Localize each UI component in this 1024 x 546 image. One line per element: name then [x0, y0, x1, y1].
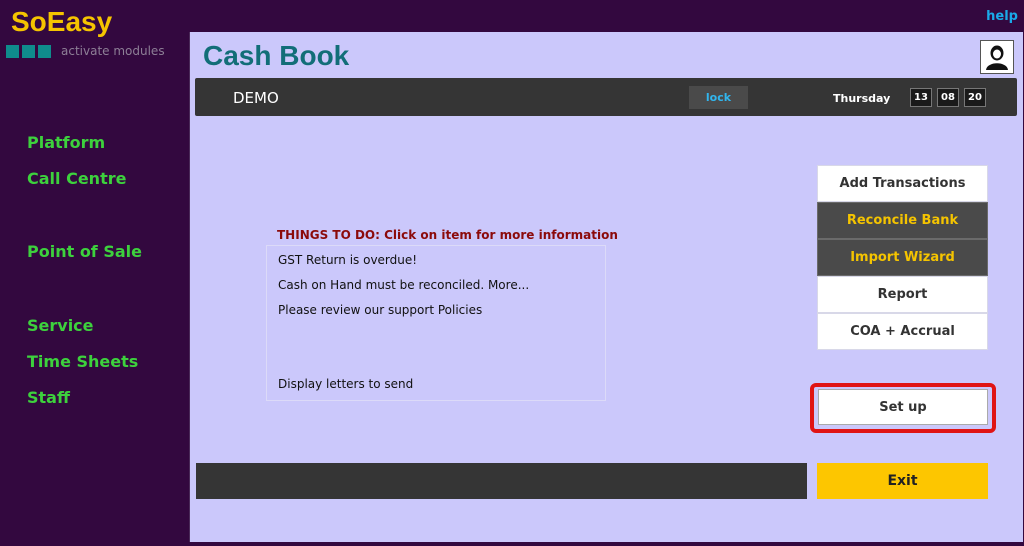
user-avatar-button[interactable]	[980, 40, 1014, 74]
import-wizard-button[interactable]: Import Wizard	[817, 239, 988, 276]
todo-item[interactable]: Display letters to send	[278, 377, 413, 391]
date-day: 13	[910, 88, 932, 107]
day-label: Thursday	[833, 92, 891, 105]
todo-item[interactable]: Cash on Hand must be reconciled. More...	[278, 278, 529, 292]
add-transactions-button[interactable]: Add Transactions	[817, 165, 988, 202]
user-avatar-icon	[984, 44, 1010, 70]
module-square-icon	[6, 44, 19, 58]
help-link[interactable]: help	[986, 9, 1018, 24]
todo-item[interactable]: GST Return is overdue!	[278, 253, 417, 267]
nav-service[interactable]: Service	[27, 316, 94, 335]
exit-button[interactable]: Exit	[817, 463, 988, 499]
nav-staff[interactable]: Staff	[27, 388, 70, 407]
nav-point-of-sale[interactable]: Point of Sale	[27, 242, 142, 261]
date-year: 20	[964, 88, 986, 107]
company-name: DEMO	[233, 89, 279, 107]
coa-accrual-button[interactable]: COA + Accrual	[817, 313, 988, 350]
report-button[interactable]: Report	[817, 276, 988, 313]
nav-platform[interactable]: Platform	[27, 133, 105, 152]
message-bar	[196, 463, 807, 499]
nav-call-centre[interactable]: Call Centre	[27, 169, 126, 188]
app-logo: SoEasy	[11, 6, 113, 37]
module-square-icon	[22, 44, 35, 58]
lock-button[interactable]: lock	[689, 86, 748, 109]
activate-modules-link[interactable]: activate modules	[6, 44, 165, 58]
page-title: Cash Book	[203, 40, 350, 71]
nav-time-sheets[interactable]: Time Sheets	[27, 352, 138, 371]
activate-modules-label: activate modules	[61, 44, 165, 58]
todo-item[interactable]: Please review our support Policies	[278, 303, 482, 317]
module-square-icon	[38, 44, 51, 58]
todo-title: THINGS TO DO: Click on item for more inf…	[277, 228, 618, 242]
header-bar	[195, 78, 1017, 116]
setup-button[interactable]: Set up	[818, 389, 988, 425]
date-month: 08	[937, 88, 959, 107]
reconcile-bank-button[interactable]: Reconcile Bank	[817, 202, 988, 239]
